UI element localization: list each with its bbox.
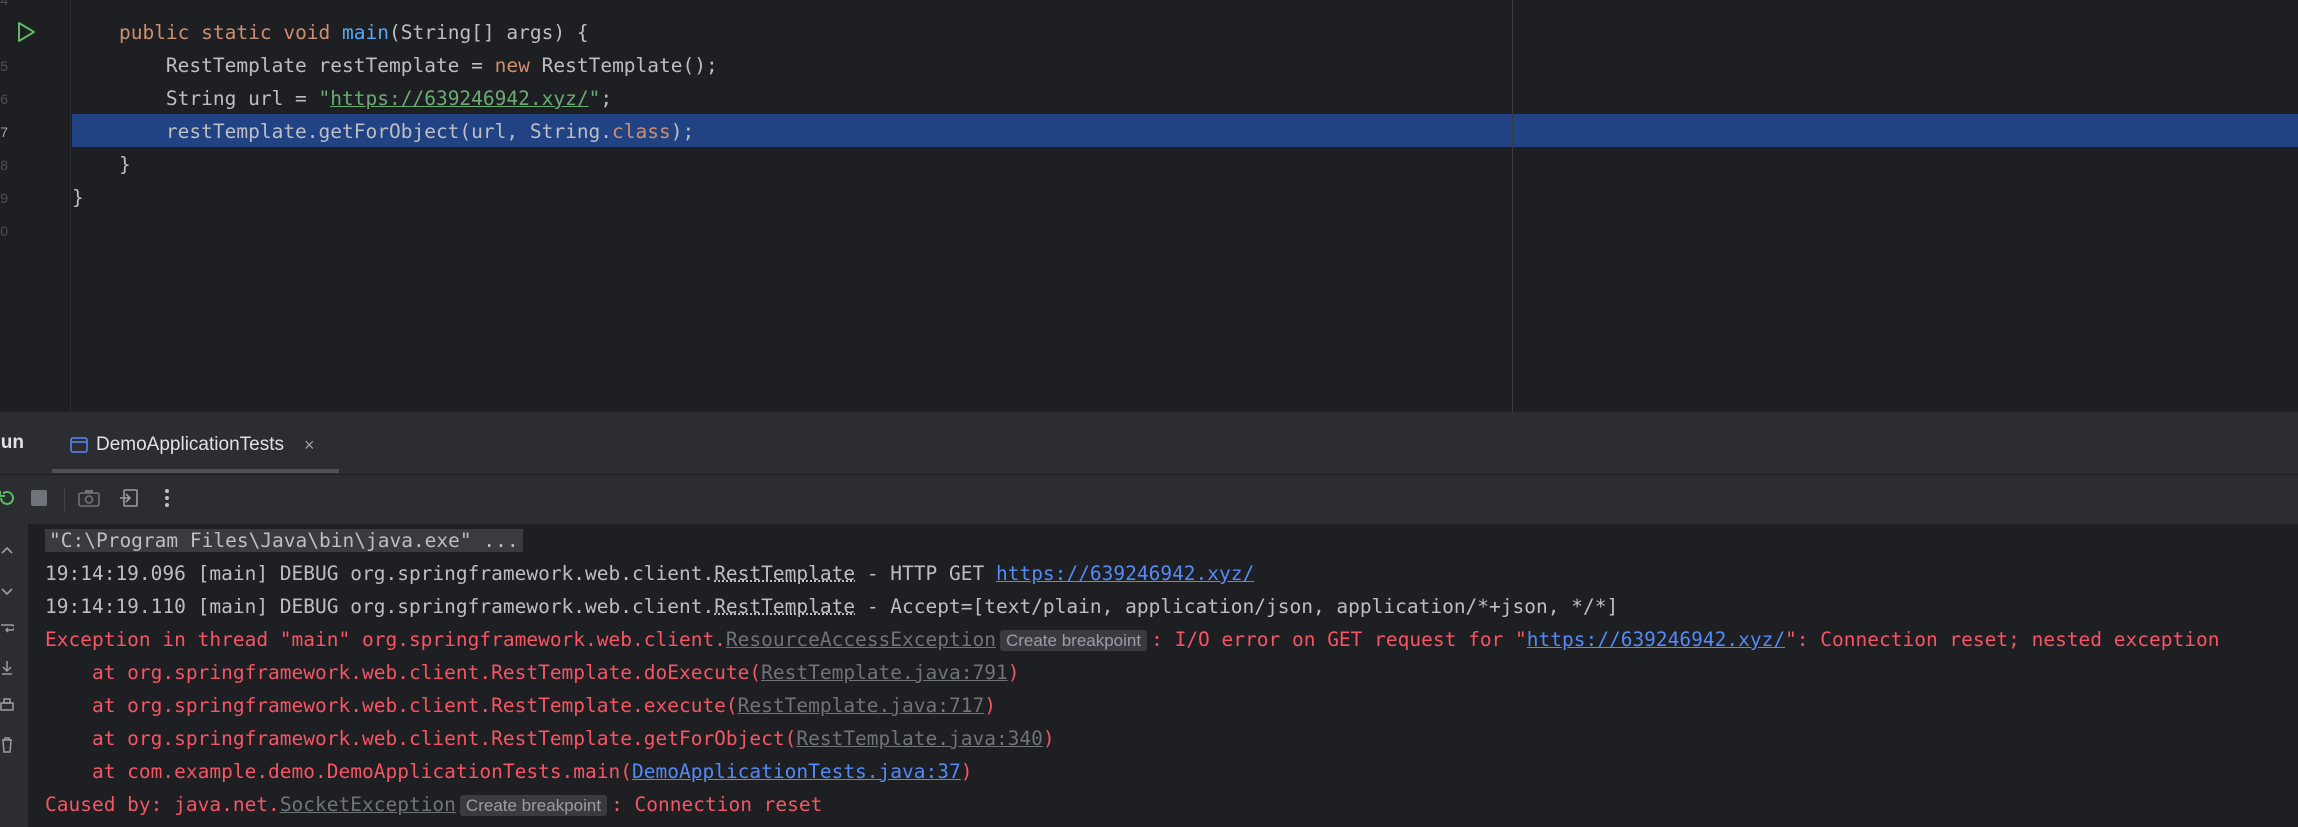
frame-text: at org.springframework.web.client.RestTe… xyxy=(45,727,797,750)
url-link[interactable]: https://639246942.xyz/ xyxy=(1527,628,1785,651)
code-text: (String[] args) { xyxy=(389,21,589,44)
frame-text: ) xyxy=(1007,661,1020,684)
active-tab-indicator xyxy=(52,469,339,473)
create-breakpoint-button[interactable]: Create breakpoint xyxy=(459,795,608,816)
frame-text: ) xyxy=(960,760,973,783)
source-link[interactable]: RestTemplate.java:717 xyxy=(738,694,985,717)
down-arrow-icon[interactable] xyxy=(0,584,14,598)
line-number: 9 xyxy=(0,190,8,206)
create-breakpoint-button[interactable]: Create breakpoint xyxy=(999,630,1148,651)
line-number: 5 xyxy=(0,58,8,74)
line-number: 6 xyxy=(0,91,8,107)
stack-frame: at com.example.demo.DemoApplicationTests… xyxy=(45,755,973,788)
log-text: - Accept=[text/plain, application/json, … xyxy=(855,595,1619,618)
stack-frame: at org.springframework.web.client.RestTe… xyxy=(45,689,996,722)
code-keyword: new xyxy=(494,54,530,77)
tab-demo-application-tests[interactable]: DemoApplicationTests × xyxy=(52,420,321,470)
code-line-url: String url = "https://639246942.xyz/"; xyxy=(72,82,612,115)
trash-icon[interactable] xyxy=(0,736,14,754)
code-line-resttemplate: RestTemplate restTemplate = new RestTemp… xyxy=(72,49,718,82)
editor-gutter: 4 5 6 7 8 9 0 xyxy=(0,0,70,412)
code-text: String url = xyxy=(165,87,319,110)
line-number: 7 xyxy=(0,124,8,140)
class-reference[interactable]: RestTemplate xyxy=(714,595,855,618)
gutter-divider xyxy=(70,0,71,412)
code-string-quote: " xyxy=(318,87,331,110)
log-text: 19:14:19.096 [main] DEBUG org.springfram… xyxy=(45,562,715,585)
frame-text: at org.springframework.web.client.RestTe… xyxy=(45,661,762,684)
code-method-name: main xyxy=(342,21,389,44)
exception-text: : Connection reset xyxy=(611,793,823,816)
exception-text: Exception in thread "main" org.springfra… xyxy=(45,628,726,651)
exception-line: Exception in thread "main" org.springfra… xyxy=(45,623,2219,656)
code-keywords: public static void xyxy=(118,21,343,44)
code-string-quote: " xyxy=(588,87,601,110)
more-options-icon[interactable] xyxy=(152,483,182,513)
camera-icon[interactable] xyxy=(74,483,104,513)
log-text: - HTTP GET xyxy=(855,562,996,585)
console-icon xyxy=(70,437,88,453)
up-arrow-icon[interactable] xyxy=(0,544,14,558)
log-text: 19:14:19.110 [main] DEBUG org.springfram… xyxy=(45,595,715,618)
code-string-url[interactable]: https://639246942.xyz/ xyxy=(330,87,588,110)
run-tool-header xyxy=(0,412,2298,474)
line-number: 8 xyxy=(0,157,8,173)
exception-text: Caused by: java.net. xyxy=(45,793,280,816)
code-brace: } xyxy=(72,186,84,209)
code-text: ); xyxy=(670,120,695,143)
line-number: 4 xyxy=(0,0,8,8)
exception-class-link[interactable]: ResourceAccessException xyxy=(726,628,996,651)
stop-icon[interactable] xyxy=(24,483,54,513)
frame-text: at com.example.demo.DemoApplicationTests… xyxy=(45,760,632,783)
frame-text: ) xyxy=(1042,727,1055,750)
restore-layout-icon[interactable] xyxy=(114,483,144,513)
stack-frame: at org.springframework.web.client.RestTe… xyxy=(45,722,1055,755)
exception-text: : I/O error on GET request for " xyxy=(1151,628,1527,651)
code-brace: } xyxy=(118,153,131,176)
code-keyword: class xyxy=(612,120,671,143)
run-toolbar xyxy=(0,474,2298,525)
run-gutter-icon[interactable] xyxy=(14,20,38,44)
close-tab-icon[interactable]: × xyxy=(304,435,315,456)
source-link[interactable]: RestTemplate.java:791 xyxy=(761,661,1008,684)
rerun-icon[interactable] xyxy=(0,483,22,513)
url-link[interactable]: https://639246942.xyz/ xyxy=(996,562,1254,585)
source-link[interactable]: RestTemplate.java:340 xyxy=(796,727,1043,750)
log-line: 19:14:19.110 [main] DEBUG org.springfram… xyxy=(45,590,1618,623)
code-editor[interactable]: 4 5 6 7 8 9 0 public static void main(St… xyxy=(0,0,2298,412)
print-icon[interactable] xyxy=(0,698,14,714)
line-number: 0 xyxy=(0,223,8,239)
exception-text: ": Connection reset; nested exception xyxy=(1785,628,2220,651)
frame-text: ) xyxy=(984,694,996,717)
tab-label: DemoApplicationTests xyxy=(96,434,284,455)
source-link[interactable]: DemoApplicationTests.java:37 xyxy=(632,760,961,783)
java-command[interactable]: "C:\Program Files\Java\bin\java.exe" ... xyxy=(45,529,523,552)
right-margin-guide xyxy=(1512,0,1513,412)
code-text: ; xyxy=(600,87,613,110)
caused-by-line: Caused by: java.net.SocketException Creat… xyxy=(45,788,822,821)
code-text: RestTemplate(); xyxy=(529,54,718,77)
code-line-main: public static void main(String[] args) { xyxy=(72,16,589,49)
code-line-close-class: } xyxy=(72,181,84,214)
class-reference[interactable]: RestTemplate xyxy=(714,562,855,585)
frame-text: at org.springframework.web.client.RestTe… xyxy=(45,694,738,717)
run-tool-title: Run xyxy=(0,432,24,453)
console-command-line: "C:\Program Files\Java\bin\java.exe" ... xyxy=(45,524,523,557)
toolbar-divider xyxy=(64,487,65,511)
code-line-getforobject: restTemplate.getForObject(url, String.cl… xyxy=(72,115,694,148)
console-output[interactable]: "C:\Program Files\Java\bin\java.exe" ...… xyxy=(28,524,2298,827)
stack-frame: at org.springframework.web.client.RestTe… xyxy=(45,656,1019,689)
code-line-close-method: } xyxy=(72,148,131,181)
console-side-toolbar xyxy=(0,524,28,827)
soft-wrap-icon[interactable] xyxy=(0,622,14,638)
log-line: 19:14:19.096 [main] DEBUG org.springfram… xyxy=(45,557,1254,590)
scroll-to-end-icon[interactable] xyxy=(0,660,14,676)
exception-class-link[interactable]: SocketException xyxy=(280,793,456,816)
code-text: restTemplate.getForObject(url, String. xyxy=(165,120,613,143)
code-text: RestTemplate restTemplate = xyxy=(165,54,495,77)
